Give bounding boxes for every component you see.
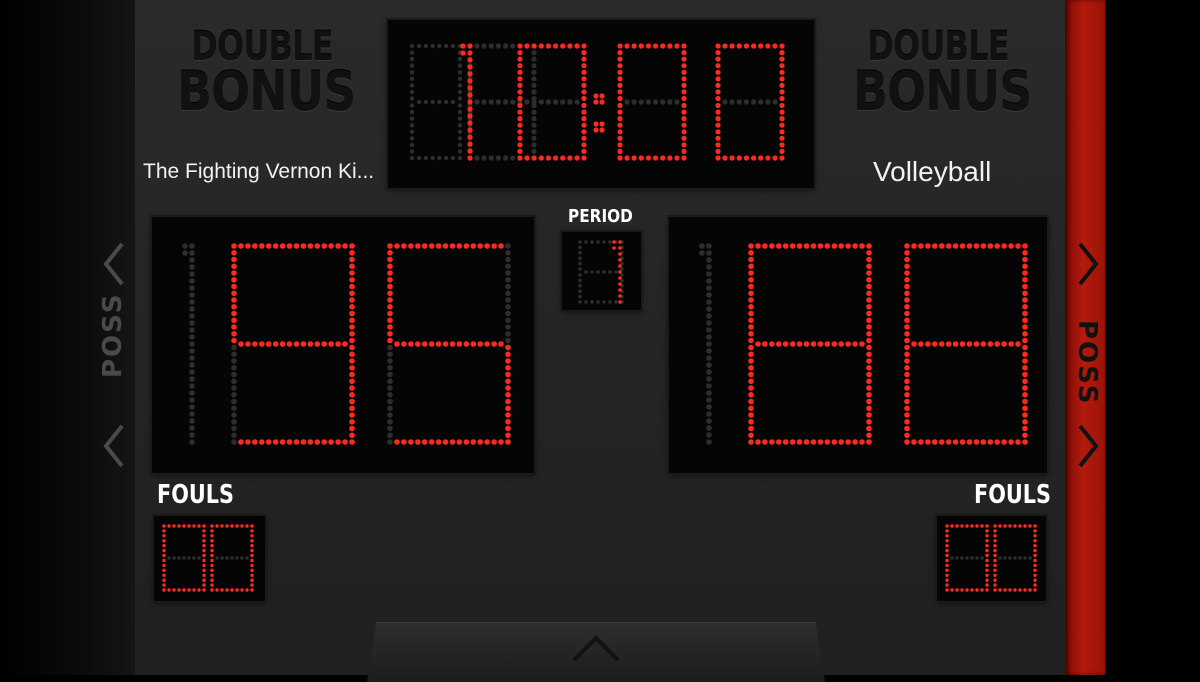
chevron-left-icon[interactable] xyxy=(100,422,130,470)
guest-score-digit-ones xyxy=(904,243,1028,445)
guest-score-digit-hundreds xyxy=(699,243,712,445)
clock-digit-1-one xyxy=(460,43,473,161)
led-layer xyxy=(162,43,1037,592)
poss-home-label[interactable]: POSS xyxy=(98,293,128,378)
poss-guest-label[interactable]: POSS xyxy=(1072,320,1102,405)
chevron-right-icon[interactable] xyxy=(1072,240,1102,288)
guest-fouls-digit-ones xyxy=(993,524,1037,592)
guest-score-digit-tens xyxy=(748,243,872,445)
chevron-left-icon[interactable] xyxy=(100,240,130,288)
home-score-digit-tens xyxy=(231,243,355,445)
chevron-right-icon[interactable] xyxy=(1072,422,1102,470)
clock-digit-4 xyxy=(715,43,785,161)
home-fouls-digit-tens xyxy=(162,524,206,592)
clock-digit-2 xyxy=(517,43,587,161)
home-score-digit-hundreds xyxy=(182,243,195,445)
chevron-up-icon[interactable] xyxy=(572,632,620,662)
clock-digit-blank xyxy=(409,43,463,161)
clock-colon xyxy=(593,93,605,133)
clock-digit-3 xyxy=(617,43,687,161)
home-fouls-digit-ones xyxy=(210,524,254,592)
home-score-digit-ones xyxy=(387,243,511,445)
guest-fouls-digit-tens xyxy=(945,524,989,592)
period-digit-blank xyxy=(578,240,624,304)
